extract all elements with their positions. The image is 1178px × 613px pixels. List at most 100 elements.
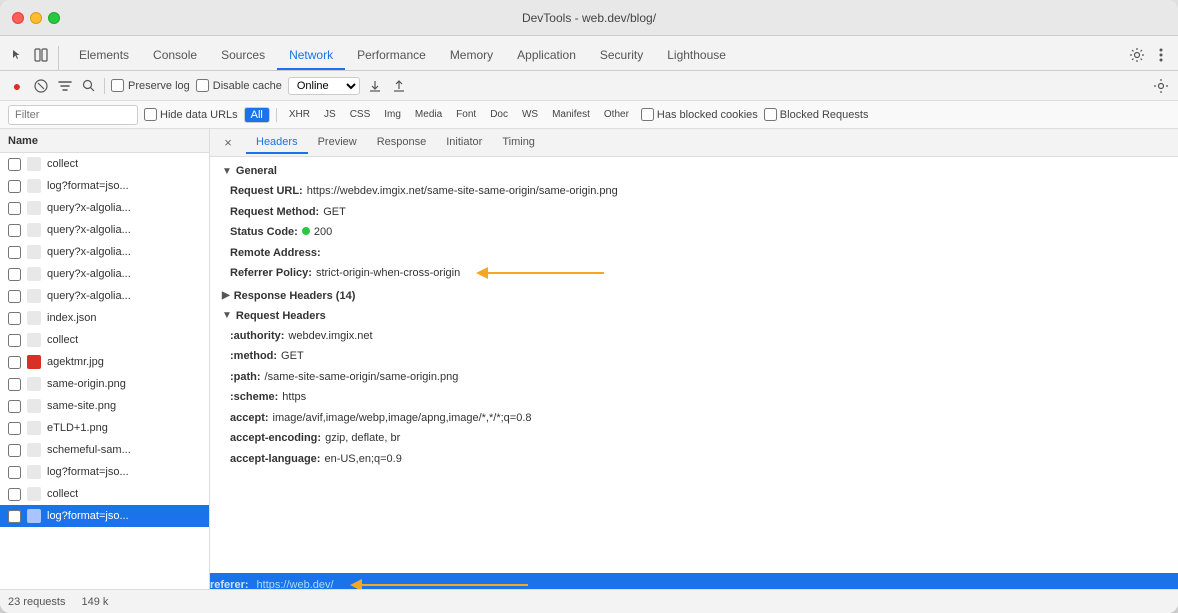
tab-application[interactable]: Application xyxy=(505,42,588,70)
filter-input[interactable] xyxy=(8,105,138,125)
filter-sep xyxy=(276,108,277,122)
toolbar-settings-icon[interactable] xyxy=(1152,77,1170,95)
filter-doc-btn[interactable]: Doc xyxy=(484,107,514,122)
list-item[interactable]: collect xyxy=(0,153,209,175)
list-item[interactable]: query?x-algolia... xyxy=(0,219,209,241)
item-icon xyxy=(27,355,41,369)
referer-arrow xyxy=(350,578,530,589)
item-icon xyxy=(27,289,41,303)
has-blocked-cookies-label[interactable]: Has blocked cookies xyxy=(641,108,758,121)
traffic-lights xyxy=(12,12,60,24)
has-blocked-cookies-checkbox[interactable] xyxy=(641,108,654,121)
filter-js-btn[interactable]: JS xyxy=(318,107,342,122)
filter-font-btn[interactable]: Font xyxy=(450,107,482,122)
list-item[interactable]: query?x-algolia... xyxy=(0,263,209,285)
tab-initiator[interactable]: Initiator xyxy=(436,132,492,154)
list-item[interactable]: query?x-algolia... xyxy=(0,197,209,219)
cursor-icon[interactable] xyxy=(8,46,26,64)
tab-lighthouse[interactable]: Lighthouse xyxy=(655,42,738,70)
list-item[interactable]: query?x-algolia... xyxy=(0,285,209,307)
tab-sources[interactable]: Sources xyxy=(209,42,277,70)
throttle-select[interactable]: Online Fast 3G Slow 3G Offline xyxy=(288,77,360,95)
blocked-requests-label[interactable]: Blocked Requests xyxy=(764,108,869,121)
filter-xhr-btn[interactable]: XHR xyxy=(283,107,316,122)
list-item[interactable]: agektmr.jpg xyxy=(0,351,209,373)
filter-other-btn[interactable]: Other xyxy=(598,107,635,122)
referer-value: https://web.dev/ xyxy=(257,579,334,589)
clear-button[interactable] xyxy=(32,77,50,95)
filter-manifest-btn[interactable]: Manifest xyxy=(546,107,596,122)
minimize-button[interactable] xyxy=(30,12,42,24)
filter-media-btn[interactable]: Media xyxy=(409,107,448,122)
list-item[interactable]: same-origin.png xyxy=(0,373,209,395)
status-dot xyxy=(302,227,310,235)
record-button[interactable]: ● xyxy=(8,77,26,95)
list-item[interactable]: collect xyxy=(0,483,209,505)
tab-console[interactable]: Console xyxy=(141,42,209,70)
title-bar: DevTools - web.dev/blog/ xyxy=(0,0,1178,36)
tab-elements[interactable]: Elements xyxy=(67,42,141,70)
hide-data-urls-checkbox[interactable] xyxy=(144,108,157,121)
search-icon[interactable] xyxy=(80,77,98,95)
tab-timing[interactable]: Timing xyxy=(492,132,545,154)
list-item[interactable]: collect xyxy=(0,329,209,351)
list-item[interactable]: log?format=jso... xyxy=(0,461,209,483)
close-button[interactable] xyxy=(12,12,24,24)
panel-icon[interactable] xyxy=(32,46,50,64)
tab-security[interactable]: Security xyxy=(588,42,655,70)
list-item[interactable]: index.json xyxy=(0,307,209,329)
main-tabs: Elements Console Sources Network Perform… xyxy=(67,42,738,70)
devtools-window: DevTools - web.dev/blog/ Elements Consol… xyxy=(0,0,1178,613)
request-headers-section: ▼ Request Headers :authority: webdev.img… xyxy=(222,310,1166,468)
tab-preview[interactable]: Preview xyxy=(308,132,367,154)
network-list-items: collect log?format=jso... query?x-algoli… xyxy=(0,153,209,589)
toolbar-sep-1 xyxy=(104,78,105,94)
item-icon xyxy=(27,399,41,413)
list-item[interactable]: schemeful-sam... xyxy=(0,439,209,461)
network-toolbar: ● Preserve log Disable cache xyxy=(0,71,1178,101)
response-headers-section-header[interactable]: ▶ Response Headers (14) xyxy=(222,290,1166,302)
export-icon[interactable] xyxy=(390,77,408,95)
disable-cache-label[interactable]: Disable cache xyxy=(196,79,282,92)
hide-data-urls-label[interactable]: Hide data URLs xyxy=(144,108,238,121)
tab-headers[interactable]: Headers xyxy=(246,132,308,154)
item-icon xyxy=(27,245,41,259)
list-item[interactable]: same-site.png xyxy=(0,395,209,417)
filter-ws-btn[interactable]: WS xyxy=(516,107,544,122)
filter-img-btn[interactable]: Img xyxy=(378,107,407,122)
filter-icon[interactable] xyxy=(56,77,74,95)
close-detail-btn[interactable]: × xyxy=(218,133,238,153)
list-item[interactable]: log?format=jso... xyxy=(0,175,209,197)
path-row: :path: /same-site-same-origin/same-origi… xyxy=(230,369,1166,386)
maximize-button[interactable] xyxy=(48,12,60,24)
remote-address-row: Remote Address: xyxy=(230,245,1166,262)
item-icon xyxy=(27,333,41,347)
tab-memory[interactable]: Memory xyxy=(438,42,505,70)
list-item[interactable]: query?x-algolia... xyxy=(0,241,209,263)
filter-all-btn[interactable]: All xyxy=(244,107,270,123)
general-section-header[interactable]: ▼ General xyxy=(222,165,1166,177)
disable-cache-checkbox[interactable] xyxy=(196,79,209,92)
list-item-selected[interactable]: log?format=jso... xyxy=(0,505,209,527)
item-icon xyxy=(27,421,41,435)
network-list-header: Name xyxy=(0,129,209,153)
filter-css-btn[interactable]: CSS xyxy=(344,107,377,122)
filter-bar: Hide data URLs All XHR JS CSS Img Media … xyxy=(0,101,1178,129)
preserve-log-checkbox[interactable] xyxy=(111,79,124,92)
referer-key: referer: xyxy=(210,579,249,589)
item-icon xyxy=(27,465,41,479)
general-section-body: Request URL: https://webdev.imgix.net/sa… xyxy=(222,183,1166,282)
request-headers-section-header[interactable]: ▼ Request Headers xyxy=(222,310,1166,322)
import-icon[interactable] xyxy=(366,77,384,95)
referer-row: referer: https://web.dev/ xyxy=(210,573,1178,589)
status-bar: 23 requests 149 k xyxy=(0,589,1178,613)
tab-response[interactable]: Response xyxy=(367,132,437,154)
list-item[interactable]: eTLD+1.png xyxy=(0,417,209,439)
item-icon xyxy=(27,157,41,171)
preserve-log-label[interactable]: Preserve log xyxy=(111,79,190,92)
menu-icon[interactable] xyxy=(1152,46,1170,64)
tab-network[interactable]: Network xyxy=(277,42,345,70)
blocked-requests-checkbox[interactable] xyxy=(764,108,777,121)
settings-icon[interactable] xyxy=(1128,46,1146,64)
tab-performance[interactable]: Performance xyxy=(345,42,438,70)
